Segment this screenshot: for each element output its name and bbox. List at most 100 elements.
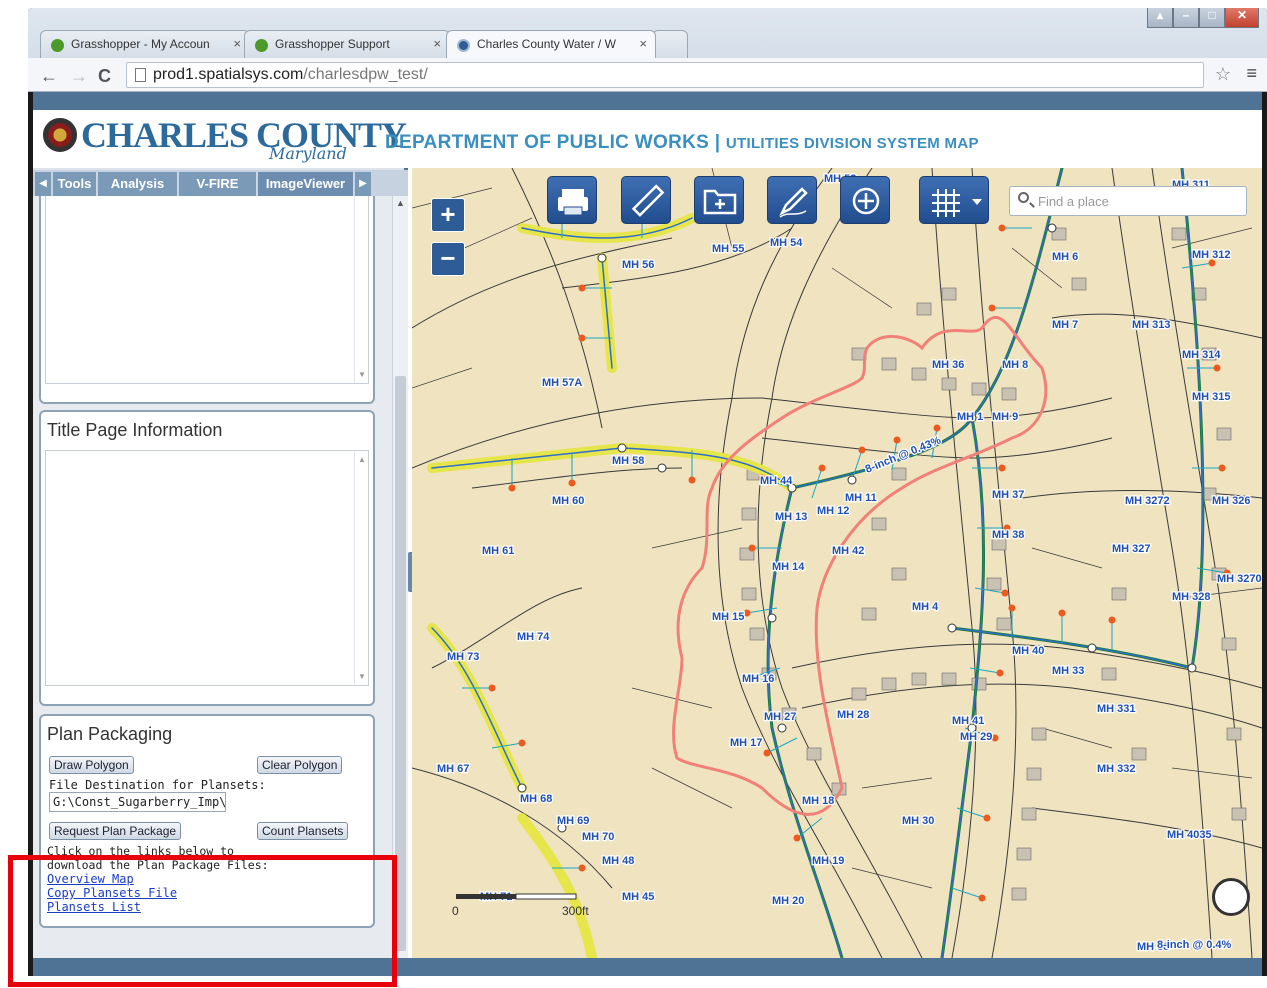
svg-text:MH 4035: MH 4035	[1167, 829, 1212, 841]
tab-analysis[interactable]: Analysis	[98, 172, 178, 196]
image-textarea[interactable]: ▼	[45, 196, 369, 384]
svg-text:MH 45: MH 45	[622, 891, 654, 903]
scroll-up-icon[interactable]: ▲	[358, 455, 366, 464]
svg-text:MH 9: MH 9	[992, 411, 1018, 423]
clear-polygon-button[interactable]: Clear Polygon	[257, 756, 343, 774]
tabs-left-arrow-icon[interactable]: ◀	[35, 172, 51, 196]
window-controls: ▴ – □ ✕	[1147, 8, 1259, 30]
close-window-button[interactable]: ✕	[1225, 8, 1259, 28]
map-view[interactable]: MH 52MH 311MH 55MH 56 MH 54MH 6MH 312MH …	[412, 168, 1262, 958]
county-seal-icon	[43, 118, 77, 152]
add-data-button[interactable]	[694, 176, 744, 224]
close-icon[interactable]: ×	[233, 36, 241, 51]
textarea-scrollbar[interactable]: ▼	[354, 196, 368, 383]
header-banner: CHARLES COUNTY Maryland DEPARTMENT OF PU…	[33, 110, 1262, 168]
svg-text:MH 60: MH 60	[552, 495, 584, 507]
back-icon[interactable]: ←	[40, 66, 58, 87]
sidebar: ◀ Tools Analysis V-FIRE ImageViewer ▶ ▼ …	[33, 168, 408, 958]
svg-text:MH 332: MH 332	[1097, 763, 1136, 775]
sidebar-scrollbar[interactable]: ▲	[392, 196, 408, 958]
request-plan-package-button[interactable]: Request Plan Package	[49, 822, 182, 840]
dept-subtitle: UTILITIES DIVISION SYSTEM MAP	[725, 135, 979, 152]
tab-tools[interactable]: Tools	[53, 172, 97, 196]
tab-imageviewer[interactable]: ImageViewer	[258, 172, 354, 196]
tab-label: Grasshopper - My Accoun	[71, 37, 210, 51]
search-icon	[1018, 192, 1029, 203]
address-bar[interactable]: prod1.spatialsys.com/charlesdpw_test/	[126, 62, 1204, 88]
svg-text:MH 1: MH 1	[957, 411, 983, 423]
basemap-button[interactable]	[919, 176, 989, 224]
svg-text:MH 41: MH 41	[952, 715, 984, 727]
svg-text:MH 16: MH 16	[742, 673, 774, 685]
grasshopper-icon	[255, 39, 268, 52]
menu-icon[interactable]: ≡	[1246, 63, 1257, 84]
county-seal-icon	[1212, 878, 1250, 916]
user-icon[interactable]: ▴	[1147, 8, 1173, 28]
zoom-out-button[interactable]: −	[431, 242, 465, 276]
title-page-textarea[interactable]: ▲ ▼	[45, 450, 369, 686]
dept-separator: |	[709, 132, 726, 153]
svg-text:MH 69: MH 69	[557, 815, 589, 827]
close-icon[interactable]: ×	[639, 36, 647, 51]
crosshair-icon	[852, 187, 880, 215]
print-button[interactable]	[547, 176, 597, 224]
svg-text:MH 48: MH 48	[602, 855, 634, 867]
browser-tab[interactable]: Grasshopper - My Accoun ×	[40, 30, 250, 58]
svg-text:MH 29: MH 29	[960, 731, 992, 743]
textarea-scrollbar[interactable]: ▲ ▼	[354, 451, 368, 685]
svg-text:MH 73: MH 73	[447, 651, 479, 663]
svg-text:MH 55: MH 55	[712, 243, 744, 255]
grasshopper-icon	[51, 39, 64, 52]
globe-icon	[457, 39, 470, 52]
tabs-right-arrow-icon[interactable]: ▶	[355, 172, 371, 196]
svg-text:MH 327: MH 327	[1112, 543, 1151, 555]
zoom-in-button[interactable]: +	[431, 198, 465, 232]
pencil-icon	[779, 187, 808, 218]
svg-text:MH 27: MH 27	[764, 711, 796, 723]
maximize-button[interactable]: □	[1199, 8, 1225, 28]
map-canvas[interactable]: MH 52MH 311MH 55MH 56 MH 54MH 6MH 312MH …	[412, 168, 1262, 958]
svg-text:MH 37: MH 37	[992, 489, 1024, 501]
forward-icon[interactable]: →	[70, 66, 88, 87]
new-tab-button[interactable]	[652, 30, 688, 58]
plan-packaging-heading: Plan Packaging	[47, 724, 173, 744]
svg-text:MH 312: MH 312	[1192, 249, 1231, 261]
close-icon[interactable]: ×	[433, 36, 441, 51]
svg-text:MH 315: MH 315	[1192, 391, 1231, 403]
count-plansets-button[interactable]: Count Plansets	[257, 822, 349, 840]
tab-v-fire[interactable]: V-FIRE	[179, 172, 257, 196]
locate-button[interactable]	[840, 176, 890, 224]
web-page: CHARLES COUNTY Maryland DEPARTMENT OF PU…	[33, 92, 1262, 976]
bookmark-star-icon[interactable]: ☆	[1215, 64, 1231, 85]
svg-text:MH 36: MH 36	[932, 359, 964, 371]
svg-text:MH 8: MH 8	[1002, 359, 1028, 371]
svg-text:MH 6: MH 6	[1052, 251, 1078, 263]
svg-text:MH 57A: MH 57A	[542, 377, 582, 389]
reload-icon[interactable]: C	[98, 66, 111, 87]
draw-button[interactable]	[767, 176, 817, 224]
folder-plus-icon	[703, 189, 737, 215]
svg-text:MH 3272: MH 3272	[1125, 495, 1170, 507]
svg-text:MH 20: MH 20	[772, 895, 804, 907]
browser-window: Grasshopper - My Accoun × Grasshopper Su…	[28, 8, 1267, 976]
svg-text:MH 30: MH 30	[902, 815, 934, 827]
browser-tab-active[interactable]: Charles County Water / W ×	[446, 30, 656, 58]
title-page-panel: Title Page Information ▲ ▼	[39, 410, 375, 706]
tab-label: Charles County Water / W	[477, 37, 616, 51]
svg-text:MH 74: MH 74	[517, 631, 550, 643]
logo-subtitle: Maryland	[269, 144, 347, 163]
svg-text:MH 67: MH 67	[437, 763, 469, 775]
minimize-button[interactable]: –	[1173, 8, 1199, 28]
map-search-input[interactable]: Find a place	[1009, 186, 1247, 216]
scroll-down-icon[interactable]: ▼	[358, 370, 366, 379]
file-destination-input[interactable]: G:\Const_Sugarberry_Imp\	[49, 792, 226, 812]
scroll-up-icon[interactable]: ▲	[396, 198, 405, 208]
draw-polygon-button[interactable]: Draw Polygon	[49, 756, 134, 774]
scroll-down-icon[interactable]: ▼	[358, 672, 366, 681]
measure-button[interactable]	[621, 176, 671, 224]
map-search-placeholder: Find a place	[1038, 194, 1109, 209]
browser-tab[interactable]: Grasshopper Support ×	[244, 30, 450, 58]
svg-text:MH 68: MH 68	[520, 793, 552, 805]
svg-text:MH 42: MH 42	[832, 545, 864, 557]
svg-text:MH 328: MH 328	[1172, 591, 1211, 603]
